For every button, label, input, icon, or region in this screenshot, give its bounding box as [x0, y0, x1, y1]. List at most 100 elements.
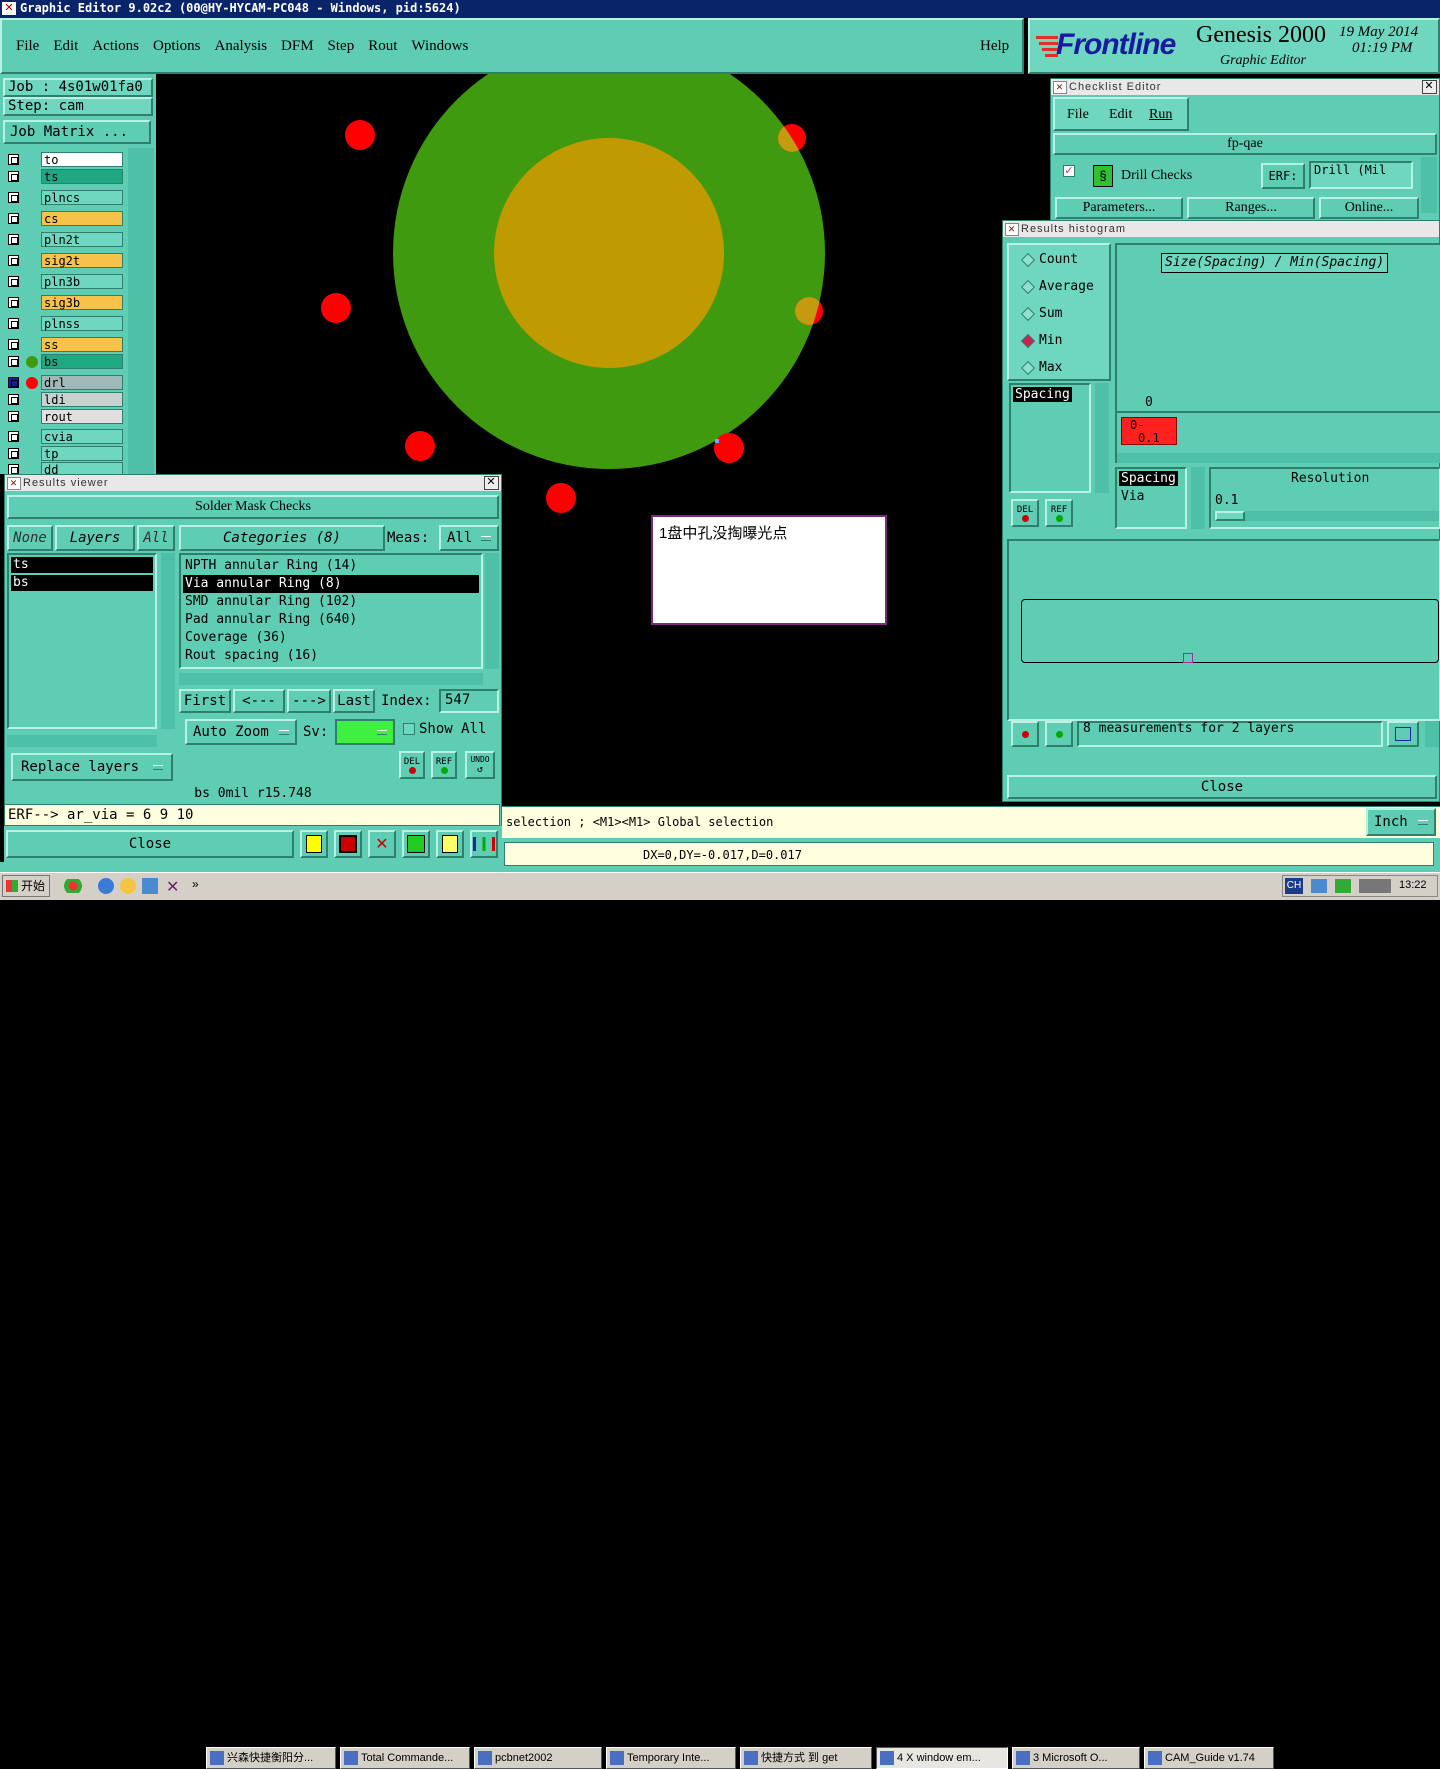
histogram-scrollbar-right[interactable] — [1425, 721, 1439, 747]
option-max[interactable]: Max — [1017, 357, 1113, 379]
menu-step[interactable]: Step — [328, 38, 355, 54]
layer-row[interactable]: sig2t — [6, 253, 124, 268]
slider-thumb[interactable] — [1215, 511, 1245, 521]
lower-list-scrollbar[interactable] — [1191, 467, 1205, 529]
clock-icon[interactable] — [120, 878, 136, 894]
layer-checkbox-icon[interactable] — [8, 356, 19, 367]
check-checkbox-icon[interactable]: ✓ — [1063, 165, 1075, 177]
histogram-tool-icon[interactable] — [1387, 721, 1419, 747]
layer-row[interactable]: rout — [6, 409, 124, 424]
menu-edit[interactable]: Edit — [53, 38, 78, 54]
category-item[interactable]: NPTH annular Ring (14) — [183, 557, 479, 575]
category-item[interactable]: Coverage (36) — [183, 629, 479, 647]
category-item[interactable]: Pad annular Ring (640) — [183, 611, 479, 629]
menu-file[interactable]: File — [16, 38, 39, 54]
layer-checkbox-icon[interactable] — [8, 276, 19, 287]
category-item[interactable]: Via annular Ring (8) — [183, 575, 479, 593]
layer-name[interactable]: cvia — [41, 429, 123, 444]
users-icon[interactable] — [60, 879, 86, 893]
index-input[interactable]: 547 — [439, 689, 499, 713]
layer-name[interactable]: tp — [41, 446, 123, 461]
category-scrollbar[interactable] — [485, 553, 499, 669]
browser-icon[interactable] — [142, 878, 158, 894]
taskbar-item[interactable]: 快捷方式 到 get — [740, 1747, 872, 1769]
option-count[interactable]: Count — [1017, 249, 1113, 271]
tab-none[interactable]: None — [7, 525, 53, 551]
histogram-bar[interactable]: 0- 0.1 — [1121, 417, 1177, 445]
layer-name[interactable]: sig2t — [41, 253, 123, 268]
lower-item-via[interactable]: Via — [1121, 489, 1144, 504]
layer-checkbox-icon[interactable] — [8, 377, 19, 388]
layer-name[interactable]: to — [41, 152, 123, 167]
ref-button-2[interactable] — [1045, 721, 1073, 747]
show-all-checkbox[interactable] — [403, 723, 415, 735]
layer-row[interactable]: cvia — [6, 429, 124, 444]
layer-checkbox-icon[interactable] — [8, 339, 19, 350]
taskbar-item[interactable]: 3 Microsoft O... — [1012, 1747, 1140, 1769]
next-button[interactable]: ---> — [287, 689, 331, 713]
layer-name[interactable]: ss — [41, 337, 123, 352]
online-button[interactable]: Online... — [1319, 197, 1419, 219]
option-average[interactable]: Average — [1017, 276, 1113, 298]
layer-row[interactable]: plncs — [6, 190, 124, 205]
layer-row[interactable]: plnss — [6, 316, 124, 331]
layer-row[interactable]: bs — [6, 354, 124, 369]
prev-button[interactable]: <--- — [233, 689, 285, 713]
layer-row[interactable]: ts — [6, 169, 124, 184]
chart-tool-icon[interactable] — [470, 830, 498, 858]
category-item[interactable]: Rout spacing (16) — [183, 647, 479, 665]
job-matrix-button[interactable]: Job Matrix ... — [3, 120, 151, 144]
layer-row[interactable]: pln2t — [6, 232, 124, 247]
parameters-button[interactable]: Parameters... — [1055, 197, 1183, 219]
menu-rout[interactable]: Rout — [368, 38, 397, 54]
measure-item-spacing[interactable]: Spacing — [1013, 387, 1072, 402]
layer-checkbox-icon[interactable] — [8, 213, 19, 224]
layer-checkbox-icon[interactable] — [8, 234, 19, 245]
layer-list-scrollbar[interactable] — [161, 553, 175, 729]
ranges-button[interactable]: Ranges... — [1187, 197, 1315, 219]
meas-dropdown[interactable]: All — [439, 525, 499, 551]
del-button[interactable]: DEL — [399, 751, 425, 779]
checklist-menu-file[interactable]: File — [1067, 107, 1089, 123]
layer-name[interactable]: plnss — [41, 316, 123, 331]
layer-row[interactable]: pln3b — [6, 274, 124, 289]
close-icon[interactable]: ✕ — [1422, 80, 1437, 94]
note-box[interactable]: 1盘中孔没掏曝光点 — [651, 515, 887, 625]
delete-tool-icon[interactable]: ✕ — [368, 830, 396, 858]
check-scrollbar[interactable] — [1421, 157, 1437, 213]
units-dropdown[interactable]: Inch — [1366, 808, 1436, 836]
layer-scrollbar[interactable] — [128, 148, 154, 474]
option-sum[interactable]: Sum — [1017, 303, 1113, 325]
result-layer-item[interactable]: bs — [11, 575, 153, 591]
check-row[interactable]: ✓ § Drill Checks ERF: Drill (Mil — [1057, 159, 1417, 193]
layer-name[interactable]: cs — [41, 211, 123, 226]
checklist-menu-edit[interactable]: Edit — [1109, 107, 1132, 123]
more-icon[interactable]: » — [192, 877, 199, 891]
report-tool-icon[interactable] — [436, 830, 464, 858]
first-button[interactable]: First — [179, 689, 231, 713]
layer-name[interactable]: pln2t — [41, 232, 123, 247]
layer-name[interactable]: plncs — [41, 190, 123, 205]
sv-color-dropdown[interactable] — [335, 719, 395, 745]
taskbar-item[interactable]: Total Commande... — [340, 1747, 470, 1769]
flag-tool-icon[interactable] — [334, 830, 362, 858]
layer-row[interactable]: drl — [6, 375, 124, 390]
taskbar-item[interactable]: Temporary Inte... — [606, 1747, 736, 1769]
menu-options[interactable]: Options — [153, 38, 201, 54]
layer-name[interactable]: rout — [41, 409, 123, 424]
layer-checkbox-icon[interactable] — [8, 255, 19, 266]
histogram-close-button[interactable]: Close — [1007, 775, 1437, 799]
layer-name[interactable]: sig3b — [41, 295, 123, 310]
taskbar-item[interactable]: CAM_Guide v1.74 — [1144, 1747, 1274, 1769]
layer-list-hscroll[interactable] — [7, 735, 157, 747]
layer-checkbox-icon[interactable] — [8, 171, 19, 182]
layer-name[interactable]: drl — [41, 375, 123, 390]
layer-name[interactable]: pln3b — [41, 274, 123, 289]
layer-checkbox-icon[interactable] — [8, 192, 19, 203]
categories-label[interactable]: Categories (8) — [179, 525, 385, 551]
layer-row[interactable]: to — [6, 152, 124, 167]
category-hscroll[interactable] — [179, 673, 483, 685]
number-tool-icon[interactable] — [402, 830, 430, 858]
layer-row[interactable]: ss — [6, 337, 124, 352]
category-item[interactable]: SMD annular Ring (102) — [183, 593, 479, 611]
